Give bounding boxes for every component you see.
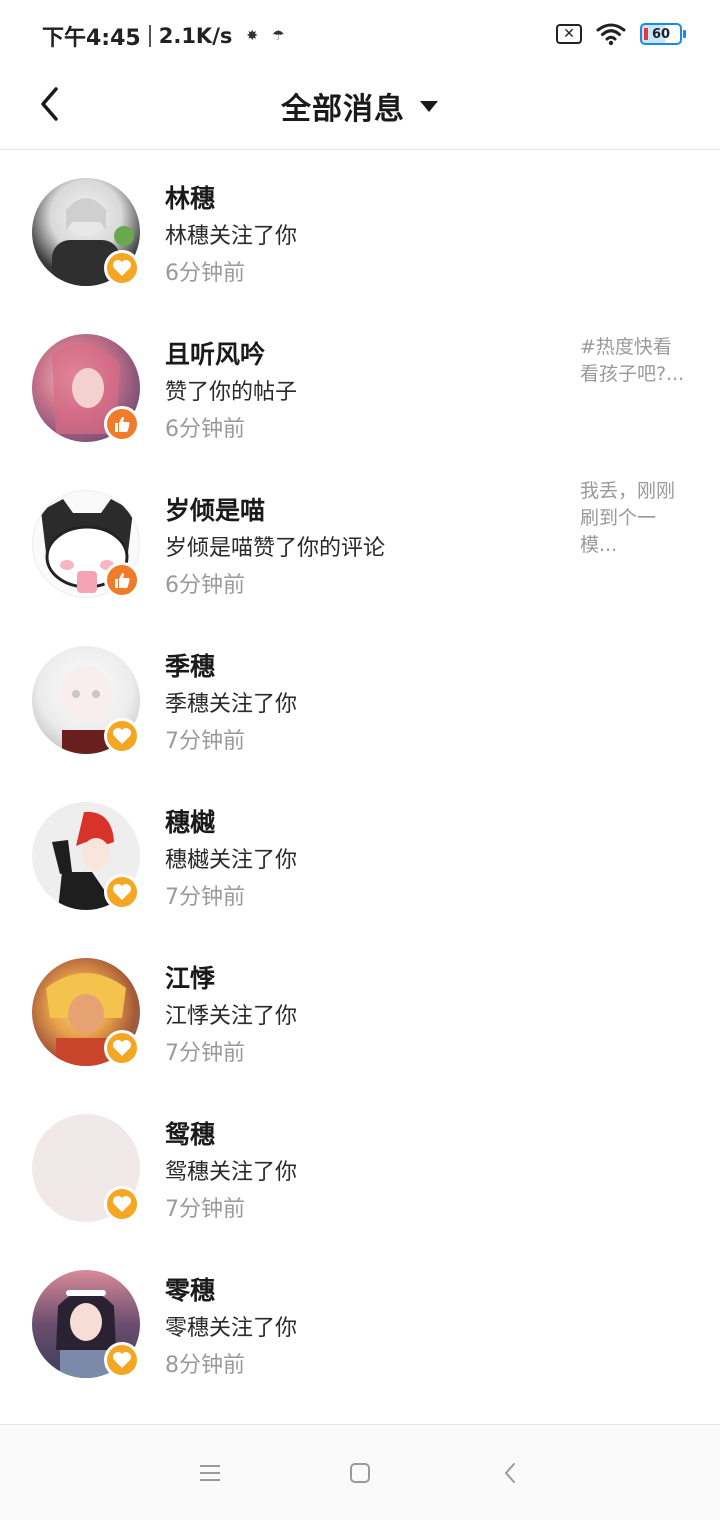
message-time: 8分钟前 (165, 1353, 245, 1378)
home-square-icon (350, 1463, 370, 1483)
message-filter-dropdown[interactable]: 全部消息 (0, 84, 720, 128)
header: 全部消息 (0, 70, 720, 150)
status-divider (148, 25, 151, 47)
sender-name: 林穗 (165, 184, 216, 213)
umbrella-icon: ☂ (272, 28, 285, 44)
message-time: 7分钟前 (165, 1041, 245, 1066)
heart-icon (113, 1040, 131, 1056)
message-item[interactable]: 季穗 季穗关注了你 7分钟前 (0, 619, 720, 775)
wifi-icon (596, 23, 626, 46)
message-time: 7分钟前 (165, 729, 245, 754)
battery-icon: 60 (640, 23, 686, 45)
message-item[interactable]: 鸳穗 鸳穗关注了你 7分钟前 (0, 1087, 720, 1243)
thumbs-up-icon (115, 417, 130, 432)
follow-badge (104, 1342, 140, 1378)
follow-badge (104, 1030, 140, 1066)
message-time: 6分钟前 (165, 417, 245, 442)
battery-low-segment (644, 28, 648, 40)
chevron-left-icon (505, 1463, 515, 1483)
status-time: 下午4:45 (42, 26, 141, 51)
message-item[interactable]: 且听风吟 赞了你的帖子 6分钟前 #热度快看看孩子吧?... (0, 307, 720, 463)
message-action: 零穗关注了你 (165, 1316, 298, 1341)
no-sim-icon: ✕ (556, 24, 582, 44)
message-time: 6分钟前 (165, 573, 245, 598)
sender-name: 零穗 (165, 1276, 216, 1305)
sender-name: 江悸 (165, 964, 216, 993)
message-time: 6分钟前 (165, 261, 245, 286)
sender-name: 鸳穗 (165, 1120, 216, 1149)
heart-icon (113, 260, 131, 276)
dropdown-triangle-icon (420, 101, 438, 112)
message-item[interactable]: 零穗 零穗关注了你 8分钟前 (0, 1243, 720, 1399)
home-button[interactable] (348, 1461, 372, 1485)
heart-icon (113, 1352, 131, 1368)
message-action: 赞了你的帖子 (165, 380, 298, 405)
heart-icon (113, 884, 131, 900)
status-right: ✕ 60 (556, 22, 686, 46)
system-back-button[interactable] (498, 1461, 522, 1485)
system-nav-bar (0, 1424, 720, 1520)
sender-name: 岁倾是喵 (165, 496, 266, 525)
sender-name: 且听风吟 (165, 340, 266, 369)
status-bar: 下午4:45 2.1K/s ✸ ☂ ✕ 60 (0, 0, 720, 70)
status-left: 下午4:45 2.1K/s ✸ ☂ (42, 20, 285, 52)
menu-button[interactable] (198, 1461, 222, 1485)
like-badge (104, 562, 140, 598)
menu-icon (200, 1465, 220, 1481)
battery-level: 60 (651, 26, 671, 42)
comment-preview[interactable]: 我丢，刚刚刷到个一模... (580, 478, 690, 559)
follow-badge (104, 718, 140, 754)
page-title: 全部消息 (281, 92, 405, 127)
network-speed: 2.1K/s (158, 24, 233, 48)
like-badge (104, 406, 140, 442)
message-action: 林穗关注了你 (165, 224, 298, 249)
follow-badge (104, 874, 140, 910)
message-action: 鸳穗关注了你 (165, 1160, 298, 1185)
post-preview[interactable]: #热度快看看孩子吧?... (580, 334, 690, 388)
message-action: 穗樾关注了你 (165, 848, 298, 873)
follow-badge (104, 250, 140, 286)
sender-name: 季穗 (165, 652, 216, 681)
message-time: 7分钟前 (165, 885, 245, 910)
sender-name: 穗樾 (165, 808, 216, 837)
follow-badge (104, 1186, 140, 1222)
heart-icon (113, 1196, 131, 1212)
heart-icon (113, 728, 131, 744)
thumbs-up-icon (115, 573, 130, 588)
message-item[interactable]: 岁倾是喵 岁倾是喵赞了你的评论 6分钟前 我丢，刚刚刷到个一模... (0, 463, 720, 619)
message-action: 江悸关注了你 (165, 1004, 298, 1029)
message-list: 林穗 林穗关注了你 6分钟前 且听风吟 赞了你的帖子 6分钟前 #热度快看看孩子… (0, 151, 720, 1399)
message-time: 7分钟前 (165, 1197, 245, 1222)
message-action: 岁倾是喵赞了你的评论 (165, 536, 386, 561)
notification-icon: ✸ (246, 28, 259, 44)
message-action: 季穗关注了你 (165, 692, 298, 717)
message-item[interactable]: 林穗 林穗关注了你 6分钟前 (0, 151, 720, 307)
message-item[interactable]: 江悸 江悸关注了你 7分钟前 (0, 931, 720, 1087)
message-item[interactable]: 穗樾 穗樾关注了你 7分钟前 (0, 775, 720, 931)
